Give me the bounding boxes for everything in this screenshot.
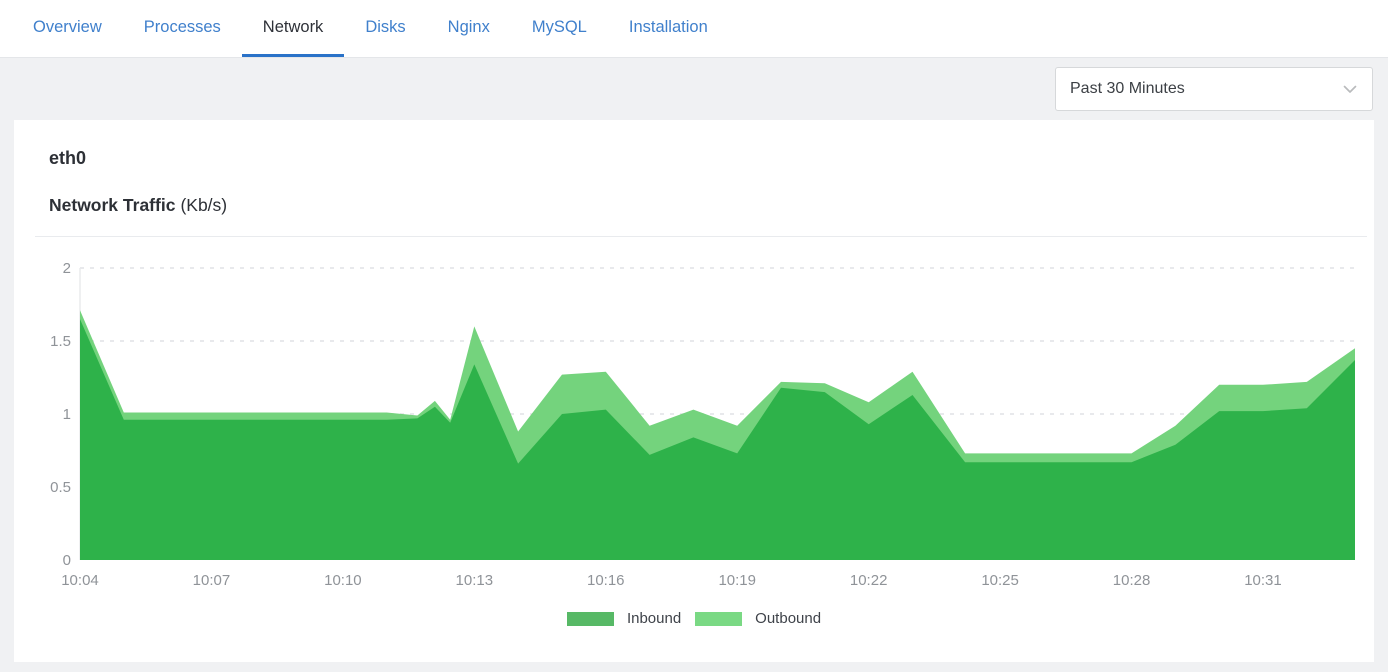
svg-text:10:10: 10:10 bbox=[324, 572, 362, 589]
legend-item-inbound[interactable]: Inbound bbox=[567, 610, 681, 627]
svg-text:1.5: 1.5 bbox=[50, 333, 71, 350]
svg-text:10:25: 10:25 bbox=[981, 572, 1019, 589]
svg-text:2: 2 bbox=[63, 260, 71, 277]
chart-legend: Inbound Outbound bbox=[14, 610, 1374, 627]
svg-text:10:07: 10:07 bbox=[193, 572, 231, 589]
tab-nginx[interactable]: Nginx bbox=[427, 0, 511, 57]
tab-installation[interactable]: Installation bbox=[608, 0, 729, 57]
tab-mysql[interactable]: MySQL bbox=[511, 0, 608, 57]
tab-network[interactable]: Network bbox=[242, 0, 345, 57]
legend-item-outbound[interactable]: Outbound bbox=[695, 610, 821, 627]
traffic-chart: 0 0.5 1 1.5 2 10:04 10:07 10:10 10:13 10:16 10:19 1… bbox=[14, 240, 1374, 608]
svg-text:10:13: 10:13 bbox=[456, 572, 494, 589]
tab-processes[interactable]: Processes bbox=[123, 0, 242, 57]
svg-text:10:31: 10:31 bbox=[1244, 572, 1282, 589]
svg-text:0.5: 0.5 bbox=[50, 479, 71, 496]
inbound-label: Inbound bbox=[627, 610, 681, 627]
svg-text:1: 1 bbox=[63, 406, 71, 423]
svg-text:10:28: 10:28 bbox=[1113, 572, 1151, 589]
tab-bar: Overview Processes Network Disks Nginx M… bbox=[0, 0, 1388, 58]
svg-text:10:04: 10:04 bbox=[61, 572, 99, 589]
svg-text:10:16: 10:16 bbox=[587, 572, 625, 589]
network-panel: eth0 Network Traffic(Kb/s) 0 0.5 1 1.5 2 10:0… bbox=[14, 120, 1374, 662]
svg-text:10:22: 10:22 bbox=[850, 572, 888, 589]
title-divider bbox=[35, 236, 1367, 237]
outbound-swatch bbox=[695, 612, 742, 626]
tab-disks[interactable]: Disks bbox=[344, 0, 426, 57]
time-range-select[interactable]: Past 30 Minutes bbox=[1055, 67, 1373, 111]
interface-title: eth0 bbox=[49, 148, 86, 169]
chart-title: Network Traffic(Kb/s) bbox=[49, 195, 227, 216]
chevron-down-icon bbox=[1340, 79, 1360, 99]
chart-title-unit: (Kb/s) bbox=[180, 195, 227, 215]
filter-bar: Past 30 Minutes bbox=[0, 58, 1388, 120]
inbound-swatch bbox=[567, 612, 614, 626]
svg-text:10:19: 10:19 bbox=[718, 572, 756, 589]
time-range-value: Past 30 Minutes bbox=[1070, 80, 1185, 98]
tab-overview[interactable]: Overview bbox=[12, 0, 123, 57]
chart-title-text: Network Traffic bbox=[49, 195, 175, 215]
outbound-label: Outbound bbox=[755, 610, 821, 627]
svg-text:0: 0 bbox=[63, 552, 71, 569]
